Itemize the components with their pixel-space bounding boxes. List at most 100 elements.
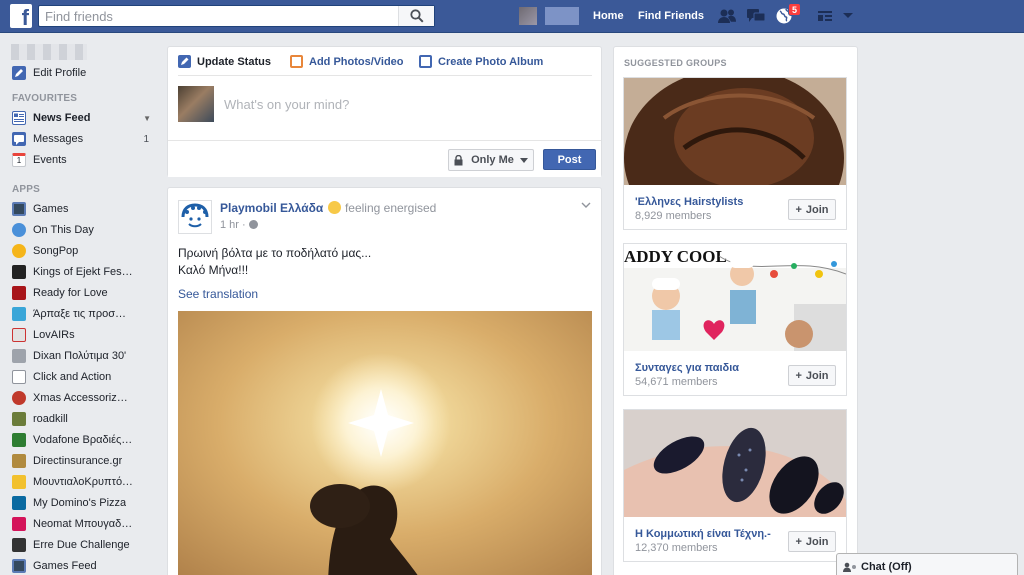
page-avatar[interactable] xyxy=(178,200,212,234)
app-label: SongPop xyxy=(33,245,79,257)
home-link[interactable]: Home xyxy=(593,10,624,22)
privacy-shortcuts-icon[interactable] xyxy=(815,6,835,26)
story-photo[interactable] xyxy=(178,311,592,575)
sidebar-item-app[interactable]: Games xyxy=(12,201,157,217)
group-cover-image[interactable]: ADDY COOL xyxy=(624,244,846,351)
news-feed-label: News Feed xyxy=(33,112,91,124)
sidebar-item-app[interactable]: Xmas Accessorize … xyxy=(12,390,157,406)
sidebar-item-app[interactable]: Games Feed xyxy=(12,558,157,574)
chat-bar[interactable]: Chat (Off) xyxy=(836,553,1018,575)
sidebar-item-messages[interactable]: Messages 1 xyxy=(12,131,157,147)
sidebar-item-app[interactable]: Άρπαξε τις προσφο… xyxy=(12,306,157,322)
user-avatar xyxy=(178,86,214,122)
app-icon xyxy=(12,454,26,468)
group-card: ADDY COOL Συνταγες για παιδια 54,671 mem… xyxy=(623,243,847,396)
app-label: Erre Due Challenge xyxy=(33,539,130,551)
sidebar-item-app[interactable]: Vodafone Βραδιές … xyxy=(12,432,157,448)
edit-profile-link[interactable]: Edit Profile xyxy=(12,65,157,81)
on-this-day-icon xyxy=(12,223,26,237)
app-icon xyxy=(12,370,26,384)
album-icon xyxy=(419,55,432,68)
tab-add-photos-video[interactable]: Add Photos/Video xyxy=(290,55,404,68)
app-label: My Domino's Pizza xyxy=(33,497,127,509)
app-icon xyxy=(12,475,26,489)
app-icon xyxy=(12,517,26,531)
playmobil-logo-icon xyxy=(181,203,209,228)
friend-requests-icon[interactable] xyxy=(717,6,737,26)
group-cover-text: ADDY COOL xyxy=(624,247,727,266)
plus-icon: + xyxy=(795,369,802,382)
sidebar-item-app[interactable]: ΜουντιαλοΚρυπτόλ… xyxy=(12,474,157,490)
sidebar-item-app[interactable]: Dixan Πολύτιμα 30' xyxy=(12,348,157,364)
join-group-button[interactable]: + Join xyxy=(788,365,836,386)
app-label: Neomat Μπουγαδο… xyxy=(33,518,133,530)
story-text-line: Καλό Μήνα!!! xyxy=(178,263,249,277)
group-name-link[interactable]: 'Ελληνες Hairstylists xyxy=(635,196,743,208)
sidebar-item-app[interactable]: Neomat Μπουγαδο… xyxy=(12,516,157,532)
join-group-button[interactable]: + Join xyxy=(788,199,836,220)
sidebar-item-app[interactable]: Directinsurance.gr xyxy=(12,453,157,469)
sidebar-item-app[interactable]: My Domino's Pizza xyxy=(12,495,157,511)
privacy-selector[interactable]: Only Me xyxy=(448,149,534,171)
join-group-button[interactable]: + Join xyxy=(788,531,836,552)
app-icon xyxy=(12,496,26,510)
news-feed-options-chevron-icon[interactable]: ▼ xyxy=(143,114,151,123)
composer-footer: Only Me Post xyxy=(168,140,601,177)
profile-avatar[interactable] xyxy=(519,7,537,25)
join-label: Join xyxy=(805,203,829,216)
favourites-heading: FAVOURITES xyxy=(12,93,78,104)
sidebar-item-news-feed[interactable]: News Feed ▼ xyxy=(12,110,157,126)
sidebar-item-events[interactable]: 1 Events xyxy=(12,152,157,168)
messages-icon[interactable] xyxy=(746,6,766,26)
chat-label: Chat (Off) xyxy=(861,560,912,573)
events-icon: 1 xyxy=(12,153,26,167)
sidebar-item-app[interactable]: Click and Action xyxy=(12,369,157,385)
group-card: 'Ελληνες Hairstylists 8,929 members + Joi… xyxy=(623,77,847,230)
search-input[interactable] xyxy=(39,6,399,26)
app-label: Games xyxy=(33,203,69,215)
profile-name-blurred[interactable] xyxy=(545,7,579,25)
sidebar-user-name-blurred[interactable] xyxy=(11,44,87,60)
status-input[interactable]: What's on your mind? xyxy=(224,97,349,112)
group-name-link[interactable]: Η Κομμωτική είναι Τέχνη.- xyxy=(635,528,771,540)
edit-pencil-icon xyxy=(12,66,26,80)
sidebar-item-app[interactable]: Ready for Love xyxy=(12,285,157,301)
app-label: ΜουντιαλοΚρυπτόλ… xyxy=(33,476,133,488)
group-cover-image[interactable] xyxy=(624,78,846,185)
search-icon xyxy=(409,9,424,23)
search-button[interactable] xyxy=(398,6,434,26)
app-label: roadkill xyxy=(33,413,68,425)
games-icon xyxy=(12,202,26,216)
account-menu-chevron-down-icon[interactable] xyxy=(838,6,858,26)
facebook-logo[interactable]: f xyxy=(10,4,32,30)
privacy-label: Only Me xyxy=(471,154,514,166)
sidebar-item-app[interactable]: SongPop xyxy=(12,243,157,259)
feeling-emoji-icon xyxy=(327,201,341,214)
page-name-link[interactable]: Playmobil Ελλάδα xyxy=(220,201,323,215)
sidebar-item-app[interactable]: Erre Due Challenge xyxy=(12,537,157,553)
group-cover-image[interactable] xyxy=(624,410,846,517)
story-timestamp[interactable]: 1 hr · xyxy=(220,219,258,231)
app-icon xyxy=(12,412,26,426)
app-label: Click and Action xyxy=(33,371,112,383)
sidebar-item-app[interactable]: Kings of Ejekt Fest… xyxy=(12,264,157,280)
see-translation-link[interactable]: See translation xyxy=(178,287,258,301)
group-name-link[interactable]: Συνταγες για παιδια xyxy=(635,362,739,374)
find-friends-link[interactable]: Find Friends xyxy=(638,10,704,22)
sidebar-item-app[interactable]: roadkill xyxy=(12,411,157,427)
sidebar-item-app[interactable]: On This Day xyxy=(12,222,157,238)
suggested-groups-heading: SUGGESTED GROUPS xyxy=(624,58,727,68)
plus-icon: + xyxy=(795,203,802,216)
feeling-text: feeling energised xyxy=(344,201,437,215)
lock-icon xyxy=(454,154,463,165)
app-label: Directinsurance.gr xyxy=(33,455,123,467)
story-message: Πρωινή βόλτα με το ποδήλατό μας... Καλό … xyxy=(178,245,371,279)
tab-update-status[interactable]: Update Status xyxy=(178,55,271,68)
story-options-chevron-icon[interactable] xyxy=(581,200,591,210)
messages-label: Messages xyxy=(33,133,84,145)
tab-create-photo-album[interactable]: Create Photo Album xyxy=(419,55,543,68)
messages-count: 1 xyxy=(143,133,149,145)
sidebar-item-app[interactable]: LovAIRs xyxy=(12,327,157,343)
post-button[interactable]: Post xyxy=(543,149,596,170)
group-members-count: 8,929 members xyxy=(635,210,712,222)
